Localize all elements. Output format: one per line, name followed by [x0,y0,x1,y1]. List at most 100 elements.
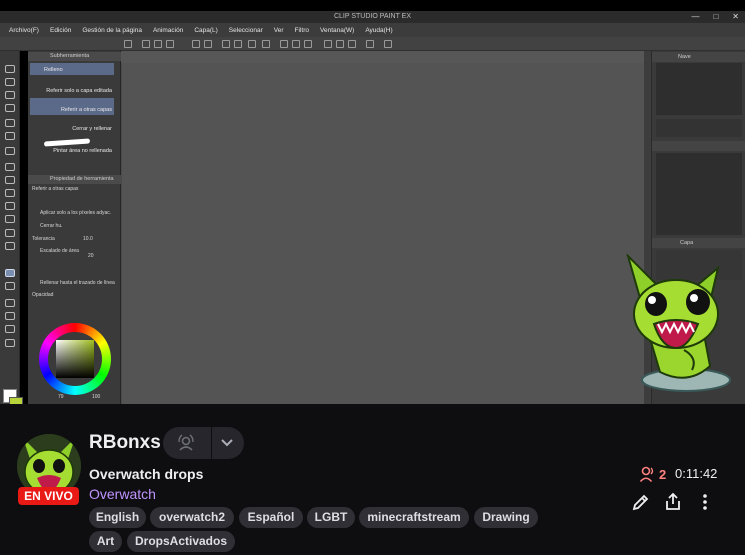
viewer-count: 2 [640,466,666,482]
notification-follow-button[interactable] [163,427,244,459]
move-tool-icon[interactable] [5,78,15,86]
sub-tool-pintar-area[interactable]: Pintar área no rellenada [30,136,114,156]
viewer-count-value: 2 [659,466,667,482]
sub-tool-cerrar-rellenar[interactable]: Cerrar y rellenar [30,117,114,134]
color-value-right: 100 [92,394,101,400]
auto-select-tool-icon[interactable] [5,132,15,140]
tag-overwatch2[interactable]: overwatch2 [150,507,234,528]
more-vertical-icon[interactable] [695,492,715,512]
tag-dropsactivados[interactable]: DropsActivados [127,531,235,552]
menu-capa[interactable]: Capa(L) [194,27,217,34]
navigator-controls[interactable] [656,119,742,137]
navigator-label: Nave [678,54,691,60]
clear-icon[interactable] [222,40,230,48]
menu-archivo[interactable]: Archivo(F) [9,27,39,34]
share-icon[interactable] [663,492,683,512]
tolerance-value[interactable]: 10.0 [83,236,93,242]
menu-edicion[interactable]: Edición [50,27,71,34]
close-icon[interactable]: ✕ [732,11,739,23]
operation-tool-icon[interactable] [5,91,15,99]
airbrush-tool-icon[interactable] [5,202,15,210]
selection-tool-icon[interactable] [5,119,15,127]
menu-animacion[interactable]: Animación [153,27,183,34]
area-scaling-value[interactable]: 20 [88,253,94,259]
brush-tool-icon[interactable] [5,189,15,197]
pen-tool-icon[interactable] [5,163,15,171]
transform-icon[interactable] [262,40,270,48]
companion-icon[interactable] [384,40,392,48]
fill-tool-icon[interactable] [5,269,15,277]
navigator-preview[interactable] [656,63,742,115]
pencil-tool-icon[interactable] [5,176,15,184]
tag-espanol[interactable]: Español [239,507,303,528]
stream-title: Overwatch drops [89,466,204,482]
layer-move-tool-icon[interactable] [5,104,15,112]
maximize-icon[interactable]: □ [713,11,718,23]
deselect-icon[interactable] [280,40,288,48]
tag-english[interactable]: English [89,507,146,528]
opacity-label: Opacidad [32,292,54,298]
blend-tool-icon[interactable] [5,242,15,250]
sub-tool-referir-otras-capas[interactable]: Referir a otras capas [30,98,114,115]
sub-tool-relleno[interactable]: Relleno [30,63,114,75]
color-value-left: 79 [58,394,64,400]
area-scaling-option[interactable]: Escalado de área [40,248,79,254]
zoom-tool-icon[interactable] [5,65,15,73]
open-file-icon[interactable] [154,40,162,48]
figure-tool-icon[interactable] [5,299,15,307]
chevron-down-icon[interactable] [221,438,233,448]
stream-info-panel: EN VIVO RBonxs Overwatch drops Overwatch… [0,404,745,555]
home-icon[interactable] [124,40,132,48]
brush-stroke-preview [43,138,91,147]
settings-icon[interactable] [366,40,374,48]
clear-outside-icon[interactable] [234,40,242,48]
alien-overlay-sticker [626,254,731,392]
canvas-workspace[interactable] [121,63,644,404]
menu-ver[interactable]: Ver [274,27,284,34]
tag-art[interactable]: Art [89,531,122,552]
redo-icon[interactable] [204,40,212,48]
decoration-tool-icon[interactable] [5,215,15,223]
snap-ruler-icon[interactable] [324,40,332,48]
new-file-icon[interactable] [142,40,150,48]
eraser-tool-icon[interactable] [5,229,15,237]
menu-seleccionar[interactable]: Seleccionar [229,27,263,34]
tag-minecraftstream[interactable]: minecraftstream [359,507,469,528]
tag-lgbt[interactable]: LGBT [307,507,355,528]
adjacent-pixels-option[interactable]: Aplicar solo a los píxeles adyac. [40,210,111,216]
menu-gestion-pagina[interactable]: Gestión de la página [82,27,142,34]
undo-icon[interactable] [192,40,200,48]
expand-icon[interactable] [304,40,312,48]
color-saturation-box[interactable] [56,340,94,378]
save-icon[interactable] [166,40,174,48]
gradient-tool-icon[interactable] [5,282,15,290]
sub-tool-referir-capa-editada[interactable]: Referir solo a capa editada [30,79,114,96]
snap-special-icon[interactable] [336,40,344,48]
minimize-icon[interactable]: — [691,11,699,23]
csp-sub-tool-panel: Subherramienta Relleno Referir solo a ca… [28,51,121,404]
menu-ayuda[interactable]: Ayuda(H) [365,27,392,34]
layer-label: Capa [680,240,694,246]
csp-canvas-area[interactable] [121,51,651,404]
menu-ventana[interactable]: Ventana(W) [320,27,354,34]
channel-name[interactable]: RBonxs [89,432,161,454]
text-tool-icon[interactable] [5,339,15,347]
stream-category-link[interactable]: Overwatch [89,486,156,502]
tool-property-header: Propiedad de herramienta [28,175,121,184]
video-player[interactable]: CLIP STUDIO PAINT EX — □ ✕ Archivo(F) Ed… [0,0,745,404]
stream-uptime: 0:11:42 [675,466,718,481]
ruler-tool-icon[interactable] [5,325,15,333]
eyedropper-tool-icon[interactable] [5,147,15,155]
fill-to-line-option[interactable]: Rellenar hasta el trazado de línea [40,280,115,286]
csp-title-bar: CLIP STUDIO PAINT EX — □ ✕ [0,11,745,23]
invert-icon[interactable] [292,40,300,48]
menu-filtro[interactable]: Filtro [295,27,309,34]
snap-grid-icon[interactable] [348,40,356,48]
tag-drawing[interactable]: Drawing [474,507,538,528]
frame-tool-icon[interactable] [5,312,15,320]
navigator-header: Nave [652,52,745,62]
pencil-icon[interactable] [631,492,651,512]
close-gap-option[interactable]: Cerrar hu. [40,223,63,229]
fill-icon[interactable] [248,40,256,48]
sub-color-swatch[interactable] [9,397,23,404]
